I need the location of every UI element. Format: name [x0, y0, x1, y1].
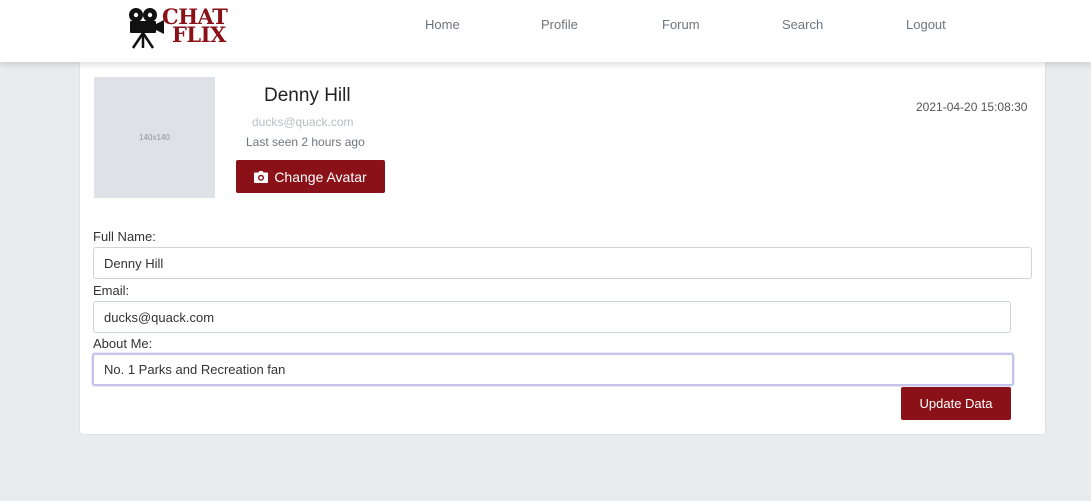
- profile-name: Denny Hill: [264, 85, 351, 106]
- top-navbar: CHAT FLIX Home Profile Forum Search Logo…: [0, 0, 1091, 62]
- email-input[interactable]: [93, 301, 1011, 333]
- full-name-label: Full Name:: [93, 229, 156, 244]
- profile-timestamp: 2021-04-20 15:08:30: [916, 100, 1028, 114]
- nav-search[interactable]: Search: [782, 0, 823, 50]
- camera-icon: [254, 170, 269, 183]
- nav-profile[interactable]: Profile: [541, 0, 578, 50]
- nav-logout[interactable]: Logout: [906, 0, 946, 50]
- change-avatar-label: Change Avatar: [274, 168, 367, 185]
- site-logo[interactable]: CHAT FLIX: [126, 6, 228, 50]
- nav-home[interactable]: Home: [425, 0, 460, 50]
- change-avatar-button[interactable]: Change Avatar: [236, 160, 385, 193]
- full-name-input[interactable]: [93, 247, 1032, 279]
- email-label: Email:: [93, 283, 130, 298]
- nav-forum[interactable]: Forum: [662, 0, 700, 50]
- logo-wordmark: CHAT FLIX: [162, 6, 228, 47]
- last-seen-status: Last seen 2 hours ago: [246, 135, 365, 149]
- avatar: 140x140: [94, 77, 215, 198]
- logo-line-2: FLIX: [172, 22, 226, 47]
- film-camera-icon: [129, 8, 164, 49]
- avatar-placeholder-text: 140x140: [139, 133, 170, 142]
- about-me-input[interactable]: [92, 353, 1014, 386]
- profile-email: ducks@quack.com: [252, 115, 354, 129]
- update-data-button[interactable]: Update Data: [901, 387, 1011, 420]
- about-me-label: About Me:: [93, 336, 153, 351]
- profile-card: 140x140 Denny Hill ducks@quack.com Last …: [79, 62, 1046, 435]
